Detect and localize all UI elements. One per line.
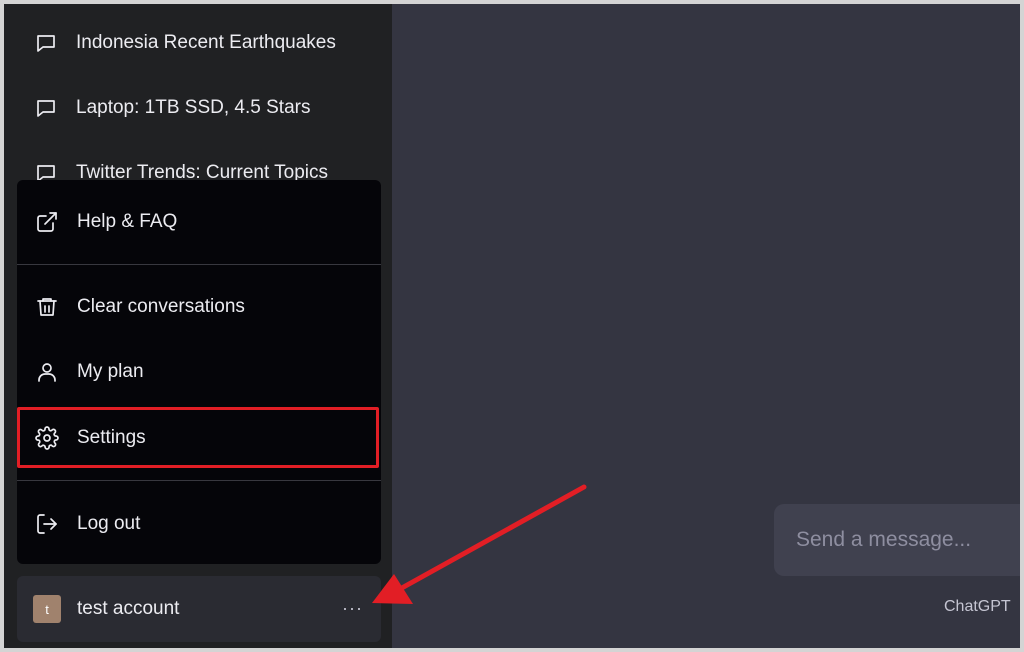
menu-divider [17, 264, 381, 265]
user-icon [35, 360, 59, 384]
conversation-label: Indonesia Recent Earthquakes [76, 32, 336, 53]
app-window: Indonesia Recent Earthquakes Laptop: 1TB… [4, 4, 1020, 648]
chat-bubble-icon [34, 96, 58, 120]
logout-icon [35, 512, 59, 536]
clear-conversations-item[interactable]: Clear conversations [17, 279, 381, 335]
my-plan-label: My plan [77, 361, 144, 382]
settings-highlight-box [17, 407, 379, 468]
message-composer[interactable] [774, 504, 1020, 576]
account-menu: Help & FAQ Clear conversations My plan S [17, 180, 381, 564]
help-faq-item[interactable]: Help & FAQ [17, 194, 381, 250]
conversation-item[interactable]: Laptop: 1TB SSD, 4.5 Stars [16, 82, 378, 134]
conversation-label: Laptop: 1TB SSD, 4.5 Stars [76, 97, 311, 118]
external-link-icon [35, 210, 59, 234]
menu-divider [17, 480, 381, 481]
trash-icon [35, 295, 59, 319]
avatar: t [33, 595, 61, 623]
clear-conversations-label: Clear conversations [77, 296, 245, 317]
account-button[interactable]: t test account ··· [17, 576, 381, 642]
account-name: test account [77, 598, 180, 619]
sidebar: Indonesia Recent Earthquakes Laptop: 1TB… [4, 4, 392, 648]
chat-bubble-icon [34, 31, 58, 55]
help-faq-label: Help & FAQ [77, 211, 178, 232]
message-input[interactable] [796, 528, 1016, 552]
my-plan-item[interactable]: My plan [17, 344, 381, 400]
conversation-item[interactable]: Indonesia Recent Earthquakes [16, 17, 378, 69]
footer-text: ChatGPT [944, 598, 1011, 615]
more-options-icon[interactable]: ··· [342, 598, 363, 619]
log-out-label: Log out [77, 513, 141, 534]
log-out-item[interactable]: Log out [17, 496, 381, 552]
